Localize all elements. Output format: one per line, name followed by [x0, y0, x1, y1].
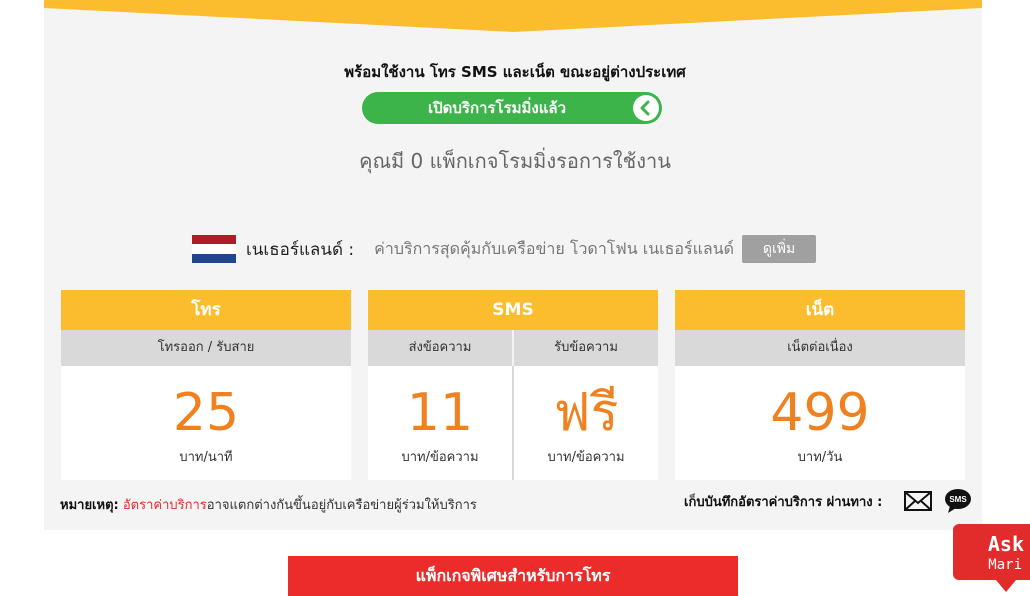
see-more-button[interactable]: ดูเพิ่ม	[742, 235, 817, 263]
rate-column: 25 บาท/นาที	[61, 366, 351, 480]
rate-sub-label: เน็ตต่อเนื่อง	[787, 340, 853, 355]
rate-sub-label: ส่งข้อความ	[408, 340, 472, 355]
rate-column: 11 บาท/ข้อความ	[368, 366, 512, 480]
flag-stripe-blue	[192, 253, 236, 263]
rate-card-subheader: โทรออก / รับสาย	[61, 330, 351, 366]
rate-unit: บาท/วัน	[797, 450, 843, 465]
chevron-left-icon	[633, 95, 659, 121]
rate-value: 499	[770, 383, 870, 443]
country-name: เนเธอร์แลนด์ :	[246, 239, 355, 260]
rate-value: ฟรี	[553, 383, 619, 443]
sms-icon-text: SMS	[950, 495, 968, 504]
page-headline: พร้อมใช้งาน โทร SMS และเน็ต ขณะอยู่ต่างป…	[344, 63, 686, 81]
roaming-status-button[interactable]: เปิดบริการโรมมิ่งแล้ว	[362, 92, 662, 124]
rate-unit: บาท/นาที	[179, 450, 233, 465]
mail-icon[interactable]	[904, 491, 933, 511]
rate-card-subheader: เน็ตต่อเนื่อง	[675, 330, 965, 366]
rate-card-subheader: ส่งข้อความ รับข้อความ	[368, 330, 658, 366]
rate-card-title: SMS	[368, 290, 658, 330]
ask-mari-line2: Mari	[988, 557, 1022, 573]
rate-card-title: เน็ต	[675, 290, 965, 330]
top-banner-band	[44, 0, 982, 32]
roaming-status-label: เปิดบริการโรมมิ่งแล้ว	[427, 99, 567, 117]
save-rates-row: เก็บบันทึกอัตราค่าบริการ ผ่านทาง : SMS	[684, 488, 972, 514]
note-label: หมายเหตุ:	[60, 498, 119, 513]
rate-value: 11	[406, 383, 474, 443]
rate-column: ฟรี บาท/ข้อความ	[512, 366, 658, 480]
rate-card-net: เน็ต เน็ตต่อเนื่อง 499 บาท/วัน	[675, 290, 965, 480]
rate-card-body: 11 บาท/ข้อความ ฟรี บาท/ข้อความ	[368, 366, 658, 480]
netherlands-flag-icon	[192, 235, 236, 263]
rate-value: 25	[172, 383, 240, 443]
rate-note: หมายเหตุ: อัตราค่าบริการอาจแตกต่างกันขึ้…	[60, 494, 477, 515]
country-row: เนเธอร์แลนด์ : ค่าบริการสุดคุ้มกับเครือข…	[192, 234, 817, 264]
note-text: อาจแตกต่างกันขึ้นอยู่กับเครือข่ายผู้ร่วม…	[206, 498, 477, 513]
rate-card-title: โทร	[61, 290, 351, 330]
rate-unit: บาท/ข้อความ	[401, 450, 479, 465]
country-description: ค่าบริการสุดคุ้มกับเครือข่าย โวดาโฟน เนเ…	[374, 238, 735, 258]
ask-mari-line1: Ask	[987, 532, 1024, 556]
roaming-page: พร้อมใช้งาน โทร SMS และเน็ต ขณะอยู่ต่างป…	[0, 0, 1030, 596]
rate-unit: บาท/ข้อความ	[547, 450, 625, 465]
rate-card-body: 499 บาท/วัน	[675, 366, 965, 480]
special-package-bar[interactable]: แพ็กเกจพิเศษสำหรับการโทร	[288, 556, 738, 596]
package-count-text: คุณมี 0 แพ็กเกจโรมมิ่งรอการใช้งาน	[359, 149, 671, 173]
rate-card-call: โทร โทรออก / รับสาย 25 บาท/นาที	[61, 290, 351, 480]
rate-card-body: 25 บาท/นาที	[61, 366, 351, 480]
chat-bubble-tail	[996, 580, 1016, 592]
rate-column: 499 บาท/วัน	[675, 366, 965, 480]
sms-icon[interactable]: SMS	[944, 488, 972, 514]
flag-stripe-red	[192, 235, 236, 245]
flag-stripe-white	[192, 244, 236, 254]
rate-card-sms: SMS ส่งข้อความ รับข้อความ 11 บาท/ข้อความ…	[368, 290, 658, 480]
rate-sub-label: รับข้อความ	[512, 330, 658, 366]
save-rates-label: เก็บบันทึกอัตราค่าบริการ ผ่านทาง :	[684, 494, 883, 510]
rate-sub-label: โทรออก / รับสาย	[157, 340, 255, 355]
rate-terms-link[interactable]: อัตราค่าบริการ	[123, 498, 207, 513]
ask-mari-chat-button[interactable]: Ask Mari	[953, 524, 1030, 592]
